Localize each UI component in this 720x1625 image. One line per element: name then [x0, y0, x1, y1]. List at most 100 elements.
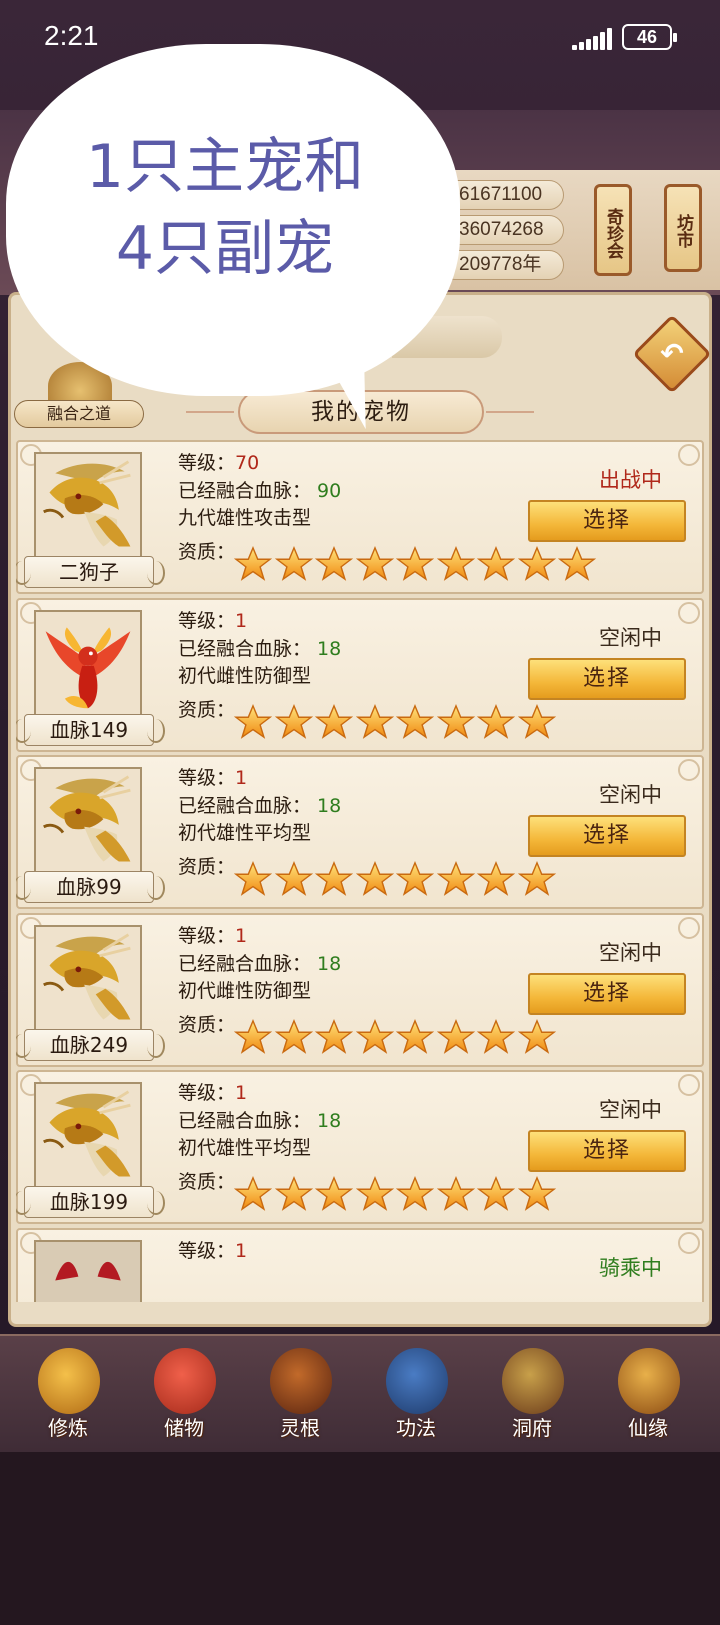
fusion-button[interactable]: 融合之道 — [14, 400, 144, 428]
pet-card[interactable]: 血脉199 等级：1 已经融合血脉： 18 初代雄性平均型 资质： 空闲中选择 — [16, 1070, 704, 1224]
quality-label: 资质： — [178, 856, 236, 878]
pet-type: 初代雌性防御型 — [178, 979, 312, 1002]
tab-ornament-left — [186, 411, 234, 413]
select-button[interactable]: 选择 — [528, 815, 686, 857]
pet-level-row: 等级：1 — [178, 921, 247, 948]
star-icon — [233, 1018, 273, 1055]
pet-status: 出战中 — [599, 468, 662, 492]
pet-name: 二狗子 — [16, 556, 165, 588]
star-icon — [517, 546, 556, 582]
pet-bloodline: 90 — [317, 480, 342, 502]
nav-item-monk[interactable]: 修炼 — [18, 1348, 118, 1448]
pet-status: 空闲中 — [599, 783, 662, 807]
pet-avatar[interactable] — [34, 767, 142, 875]
shortcut-qizhenhui-button[interactable]: 奇珍会 — [594, 184, 632, 276]
star-icon — [395, 703, 435, 740]
gourd-icon — [618, 1348, 680, 1414]
battery-icon: 46 — [622, 24, 677, 50]
nav-item-palace[interactable]: 洞府 — [482, 1348, 582, 1448]
quality-label: 资质： — [178, 1171, 236, 1193]
bloodline-label: 已经融合血脉： — [178, 952, 312, 975]
select-button[interactable]: 选择 — [528, 657, 686, 700]
pet-bloodline-row: 已经融合血脉： 90 — [178, 476, 341, 503]
pet-bloodline-row: 已经融合血脉： 18 — [178, 949, 341, 976]
shortcut-fangshi-button[interactable]: 坊市 — [664, 184, 702, 272]
star-icon — [436, 1018, 475, 1055]
star-icon — [517, 703, 556, 740]
pet-card[interactable]: 血脉249 等级：1 已经融合血脉： 18 初代雌性防御型 资质： 空闲中 选择 — [16, 912, 704, 1067]
pet-status: 空闲中 — [599, 940, 662, 965]
corner-ornament — [678, 1074, 700, 1096]
star-icon — [436, 1176, 475, 1212]
pet-avatar[interactable] — [34, 1239, 142, 1302]
nav-item-book[interactable]: 功法 — [366, 1348, 466, 1448]
star-icon — [355, 1018, 394, 1055]
select-button[interactable]: 选择 — [528, 500, 686, 542]
pet-avatar[interactable] — [34, 609, 142, 718]
pet-avatar[interactable] — [34, 924, 142, 1033]
pet-name: 血脉199 — [16, 1186, 165, 1218]
star-icon — [476, 546, 516, 582]
star-icon — [233, 1176, 273, 1212]
star-icon — [476, 861, 516, 897]
nav-label: 储物 — [164, 1416, 204, 1440]
nav-item-spirit-root[interactable]: 灵根 — [250, 1348, 350, 1448]
clock: 2:21 — [44, 20, 99, 51]
pet-avatar[interactable] — [34, 1082, 142, 1190]
pet-quality-stars — [233, 703, 558, 740]
pet-status: 空闲中 — [599, 1098, 662, 1122]
annotation-text: 1只主宠和 4只副宠 — [40, 126, 410, 290]
monk-icon — [38, 1348, 100, 1414]
pet-name: 血脉249 — [16, 1028, 165, 1061]
pet-name: 血脉99 — [16, 871, 165, 903]
star-icon — [436, 861, 475, 897]
pet-card[interactable]: 血脉99 等级：1 已经融合血脉： 18 初代雄性平均型 资质： 空闲中 选择 — [16, 755, 704, 909]
star-icon — [395, 1018, 435, 1055]
nav-label: 洞府 — [512, 1416, 552, 1440]
nav-item-gourd[interactable]: 仙缘 — [598, 1348, 698, 1448]
pet-bloodline: 18 — [317, 637, 342, 660]
book-icon — [386, 1348, 448, 1414]
bottom-bar — [0, 1452, 720, 1625]
corner-ornament — [678, 444, 700, 466]
pet-card[interactable]: 血脉149 等级：1 已经融合血脉： 18 初代雌性防御型 资质： 空闲中 选择 — [16, 597, 704, 752]
star-icon — [314, 1176, 354, 1212]
bloodline-label: 已经融合血脉： — [178, 637, 312, 660]
select-button[interactable]: 选择 — [528, 1130, 686, 1172]
bloodline-label: 已经融合血脉： — [178, 795, 312, 817]
star-icon — [517, 861, 556, 897]
pet-bloodline: 18 — [317, 952, 342, 975]
pet-avatar[interactable] — [34, 452, 142, 560]
signal-icon — [572, 28, 614, 50]
tab-ornament-right — [486, 411, 534, 413]
bloodline-label: 已经融合血脉： — [178, 1110, 312, 1132]
pet-level: 70 — [235, 452, 260, 474]
star-icon — [274, 1018, 313, 1055]
pet-level-row: 等级：70 — [178, 448, 259, 475]
pet-list[interactable]: 二狗子 等级：70 已经融合血脉： 90 九代雄性攻击型 资质： 出战中 选择 血脉149 等级：… — [16, 440, 704, 1302]
nav-item-bag[interactable]: 储物 — [134, 1348, 234, 1448]
quality-label: 资质： — [178, 1013, 236, 1036]
pet-card[interactable]: 等级：1 骑乘中 — [16, 1227, 704, 1302]
pet-bloodline: 18 — [317, 1110, 342, 1132]
pet-type: 初代雄性平均型 — [178, 1137, 312, 1159]
star-icon — [314, 1018, 354, 1055]
pet-quality-stars — [233, 1176, 558, 1212]
corner-ornament — [678, 759, 700, 781]
pet-bloodline-row: 已经融合血脉： 18 — [178, 791, 341, 818]
bottom-nav: 修炼 储物 灵根 功法 洞府 仙缘 — [0, 1334, 720, 1452]
star-icon — [395, 1176, 435, 1212]
star-icon — [314, 703, 354, 740]
select-button[interactable]: 选择 — [528, 972, 686, 1015]
corner-ornament — [678, 601, 700, 624]
star-icon — [314, 546, 354, 582]
star-icon — [355, 861, 394, 897]
pet-quality-stars — [233, 861, 558, 897]
level-label: 等级： — [178, 924, 236, 947]
pet-card[interactable]: 二狗子 等级：70 已经融合血脉： 90 九代雄性攻击型 资质： 出战中 选择 — [16, 440, 704, 594]
pet-level: 1 — [235, 767, 248, 789]
pet-level-row: 等级：1 — [178, 1078, 247, 1105]
pet-level: 1 — [235, 924, 248, 947]
pet-bloodline-row: 已经融合血脉： 18 — [178, 634, 341, 661]
level-label: 等级： — [178, 767, 236, 789]
